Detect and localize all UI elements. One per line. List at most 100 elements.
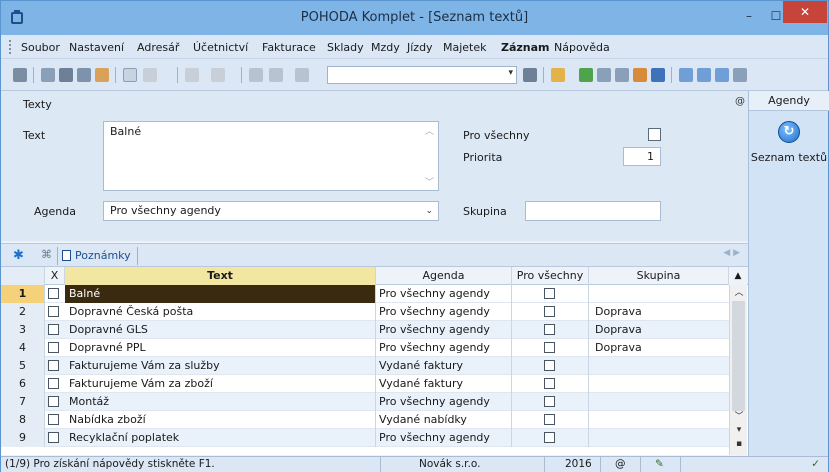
toolbar-export-icon[interactable] [95,68,109,82]
menu-napoveda[interactable]: Nápověda [554,41,610,54]
table-row[interactable]: 1 Balné Pro všechny agendy [1,285,729,303]
menu-nastaveni[interactable]: Nastavení [69,41,124,54]
scroll-page-down-icon[interactable]: ▾ [730,425,748,435]
column-chooser-icon[interactable]: ▲ [729,267,747,285]
toolbar-window3-icon[interactable] [715,68,729,82]
table-row[interactable]: 5 Fakturujeme Vám za služby Vydané faktu… [1,357,729,375]
menu-zaznam[interactable]: Záznam [501,41,550,54]
toolbar-green-icon[interactable] [579,68,593,82]
table-row[interactable]: 7 Montáž Pro všechny agendy [1,393,729,411]
row-select[interactable] [45,339,65,357]
toolbar-filter-icon[interactable] [523,68,537,82]
row-select[interactable] [45,429,65,447]
toolbar-new-icon[interactable] [123,68,137,82]
menu-soubor[interactable]: Soubor [21,41,60,54]
priorita-input[interactable]: 1 [623,147,661,166]
text-textarea[interactable]: Balné ︿ ﹀ [103,121,439,191]
tab-scroll-arrows[interactable]: ◀ ▶ [723,248,740,258]
toolbar-agenda-icon[interactable] [13,68,27,82]
toolbar-duplicate-icon[interactable] [295,68,309,82]
skupina-input[interactable] [525,201,661,221]
close-button[interactable]: ✕ [783,1,827,23]
minimize-button[interactable]: – [736,7,762,27]
row-select[interactable] [45,285,65,303]
scroll-end-icon[interactable]: ▪ [730,439,748,449]
status-edit-icon[interactable]: ✎ [641,457,681,472]
pro-vsechny-checkbox[interactable] [544,378,555,389]
row-checkbox[interactable] [48,360,59,371]
pro-vsechny-checkbox[interactable] [544,324,555,335]
tab-notes[interactable]: Poznámky [57,247,138,265]
row-checkbox[interactable] [48,306,59,317]
row-checkbox[interactable] [48,432,59,443]
pro-vsechny-checkbox[interactable] [544,288,555,299]
toolbar-window-icon[interactable] [679,68,693,82]
row-select[interactable] [45,411,65,429]
toolbar-help-icon[interactable] [733,68,747,82]
menu-jizdy[interactable]: Jízdy [407,41,433,54]
toolbar-save-icon[interactable] [249,68,263,82]
toolbar-delete-icon[interactable] [211,68,225,82]
toolbar-ean-icon[interactable] [651,68,665,82]
header-x[interactable]: X [45,267,65,285]
chevron-down-icon[interactable]: ﹀ [730,409,748,422]
chevron-up-icon[interactable]: ︿ [730,285,748,298]
star-icon[interactable]: ✱ [13,248,24,263]
scrollbar-thumb[interactable] [732,301,745,411]
chevron-down-icon[interactable]: ﹀ [425,175,434,188]
table-scrollbar[interactable]: ︿ ﹀ ▾ ▪ [729,285,747,455]
menu-ucetnictvi[interactable]: Účetnictví [193,41,248,54]
toolbar-search-combo[interactable]: ▾ [327,66,517,84]
chevron-up-icon[interactable]: ︿ [425,124,434,137]
header-pro-vsechny[interactable]: Pro všechny [512,267,589,285]
row-select[interactable] [45,321,65,339]
agenda-select[interactable]: Pro všechny agendy ⌄ [103,201,439,221]
row-select[interactable] [45,357,65,375]
toolbar-users-icon[interactable] [633,68,647,82]
table-row[interactable]: 6 Fakturujeme Vám za zboží Vydané faktur… [1,375,729,393]
toolbar-window2-icon[interactable] [697,68,711,82]
pro-vsechny-checkbox[interactable] [544,342,555,353]
row-select[interactable] [45,393,65,411]
toolbar-back-icon[interactable] [185,68,199,82]
toolbar-save-all-icon[interactable] [269,68,283,82]
pro-vsechny-checkbox[interactable] [544,360,555,371]
header-agenda[interactable]: Agenda [376,267,512,285]
row-select[interactable] [45,303,65,321]
row-checkbox[interactable] [48,396,59,407]
toolbar-table-icon[interactable] [615,68,629,82]
row-checkbox[interactable] [48,414,59,425]
row-checkbox[interactable] [48,342,59,353]
menu-sklady[interactable]: Sklady [327,41,364,54]
row-checkbox[interactable] [48,288,59,299]
row-select[interactable] [45,375,65,393]
menu-adresar[interactable]: Adresář [137,41,179,54]
text-list-agenda-icon[interactable]: ↻ [778,121,800,143]
table-row[interactable]: 2 Dopravné Česká pošta Pro všechny agend… [1,303,729,321]
pro-vsechny-checkbox[interactable] [544,432,555,443]
toolbar-preview-icon[interactable] [77,68,91,82]
row-checkbox[interactable] [48,378,59,389]
menu-mzdy[interactable]: Mzdy [371,41,400,54]
toolbar-edit-icon[interactable] [143,68,157,82]
table-row[interactable]: 9 Recyklační poplatek Pro všechny agendy [1,429,729,447]
text-list-agenda-label[interactable]: Seznam textů [749,151,829,164]
pro-vsechny-checkbox[interactable] [544,306,555,317]
toolbar-folder-icon[interactable] [551,68,565,82]
toolbar-copy-icon[interactable] [41,68,55,82]
row-checkbox[interactable] [48,324,59,335]
header-text[interactable]: Text [65,267,376,285]
toolbar-print-icon[interactable] [59,68,73,82]
pro-vsechny-checkbox[interactable] [544,396,555,407]
table-row[interactable]: 8 Nabídka zboží Vydané nabídky [1,411,729,429]
header-skupina[interactable]: Skupina [589,267,729,285]
menu-majetek[interactable]: Majetek [443,41,487,54]
table-row[interactable]: 3 Dopravné GLS Pro všechny agendy Doprav… [1,321,729,339]
toolbar-calc-icon[interactable] [597,68,611,82]
pro-vsechny-checkbox[interactable] [648,128,661,141]
pro-vsechny-checkbox[interactable] [544,414,555,425]
table-row[interactable]: 4 Dopravné PPL Pro všechny agendy Doprav… [1,339,729,357]
menu-fakturace[interactable]: Fakturace [262,41,316,54]
cell-skupina: Doprava [595,323,642,336]
filter-icon[interactable]: ⌘ [41,248,52,261]
